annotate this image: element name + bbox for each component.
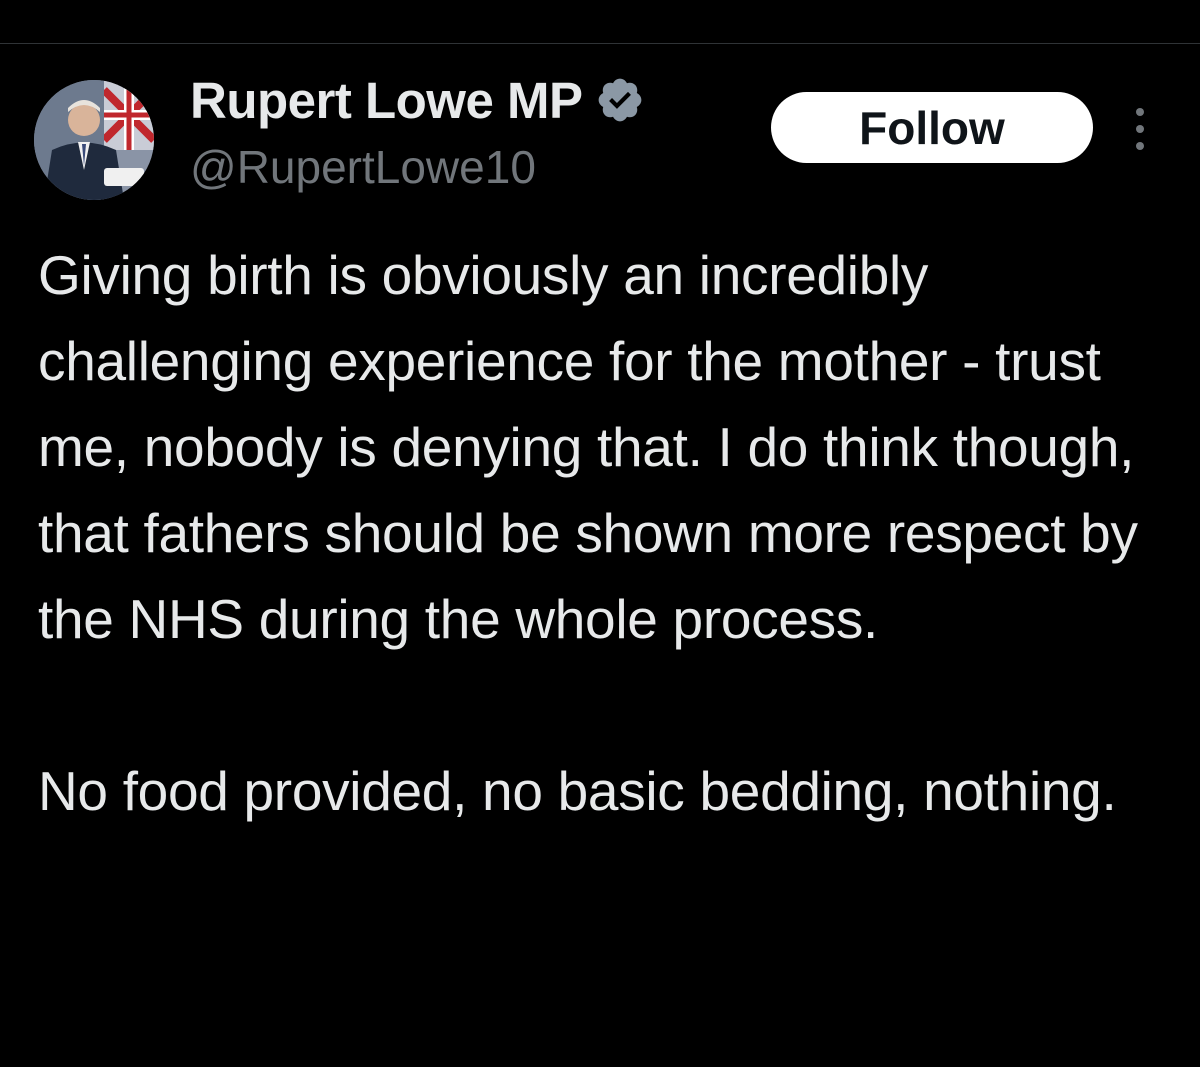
follow-button[interactable]: Follow (771, 92, 1093, 163)
verified-badge-icon[interactable] (595, 75, 645, 125)
more-dot (1136, 125, 1144, 133)
tweet-text: Giving birth is obviously an incredibly … (38, 244, 1138, 822)
author-handle[interactable]: @RupertLowe10 (190, 140, 536, 194)
more-dot (1136, 142, 1144, 150)
more-vertical-icon[interactable] (1120, 104, 1160, 154)
name-row: Rupert Lowe MP (190, 70, 645, 130)
avatar[interactable] (34, 80, 154, 200)
top-divider (0, 43, 1200, 44)
avatar-image (34, 80, 154, 200)
more-dot (1136, 108, 1144, 116)
author-display-name[interactable]: Rupert Lowe MP (190, 71, 583, 130)
